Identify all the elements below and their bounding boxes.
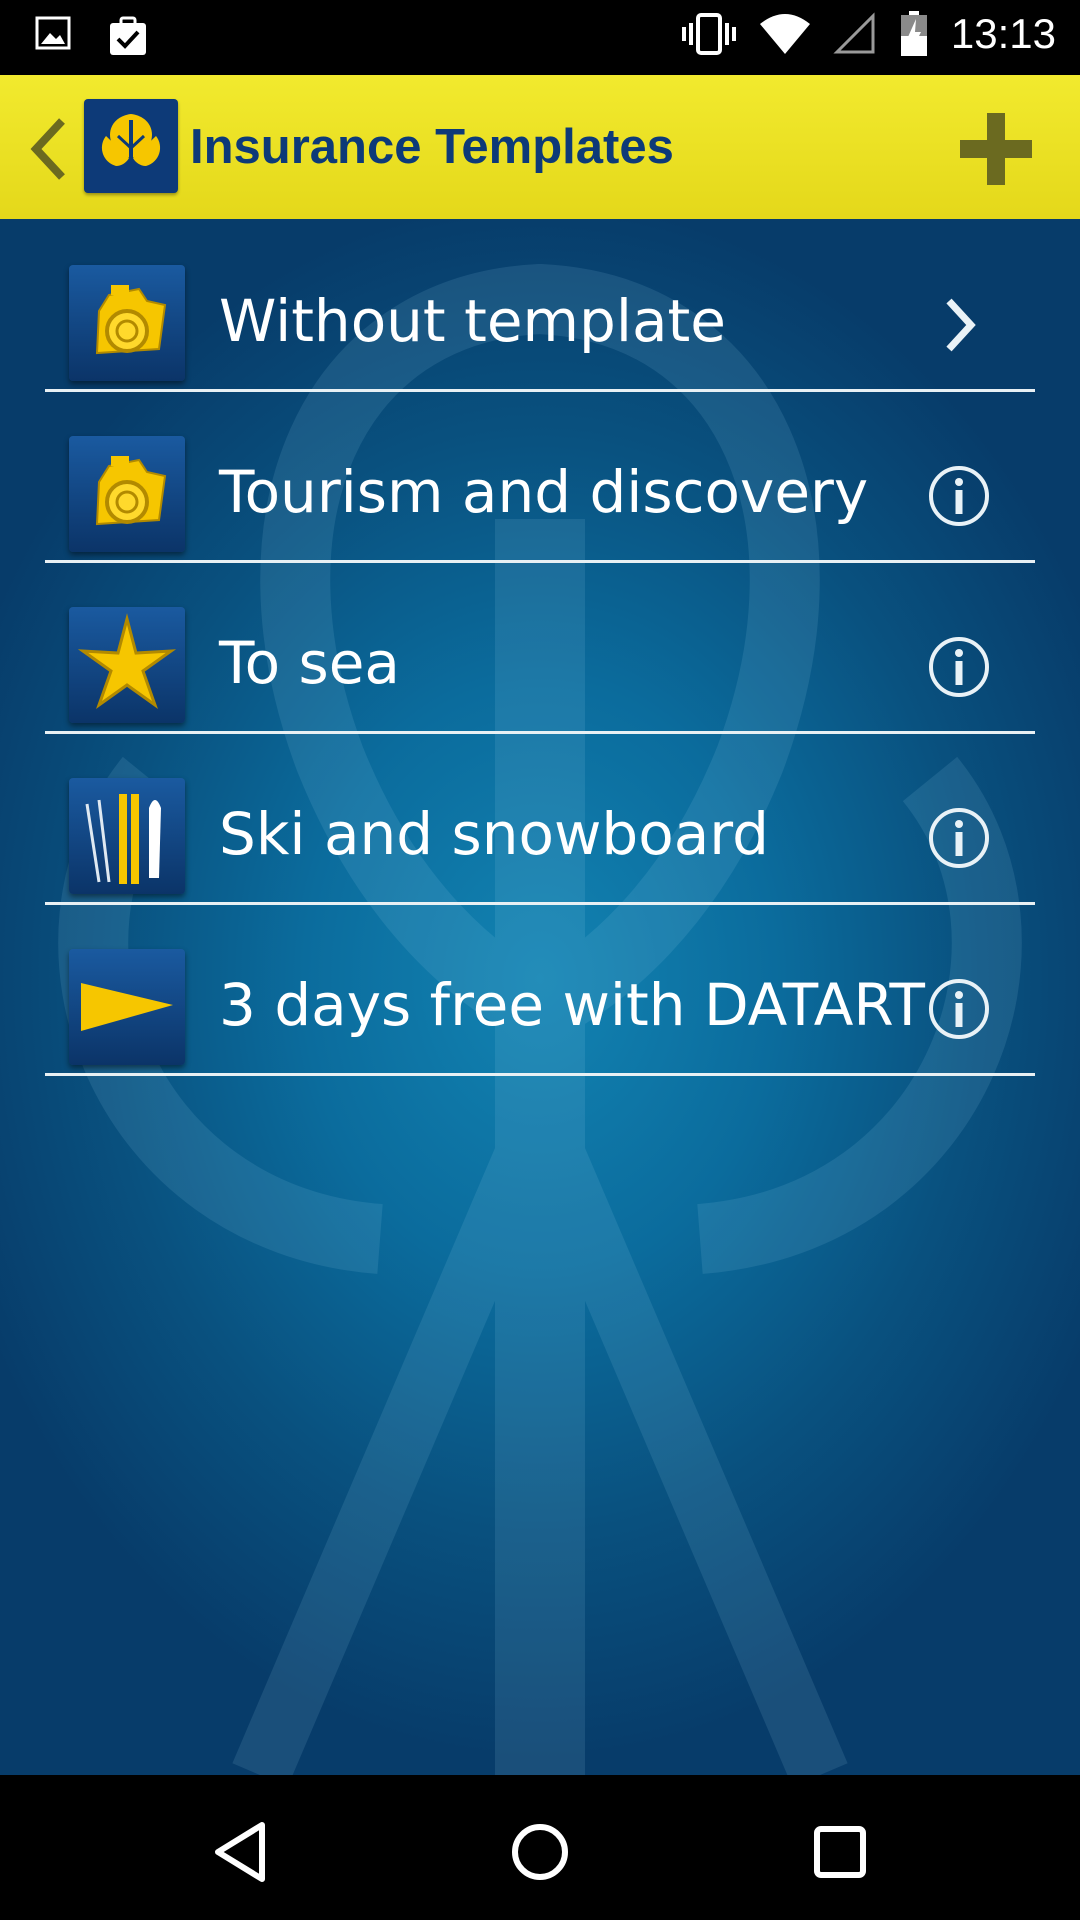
battery-charging-icon xyxy=(900,11,927,56)
camera-icon xyxy=(69,265,185,381)
vibrate-icon xyxy=(681,13,736,55)
clock: 13:13 xyxy=(950,10,1056,57)
template-label: Without template xyxy=(219,287,726,355)
circle-home-icon[interactable] xyxy=(505,1817,575,1887)
template-label: Ski and snowboard xyxy=(219,800,769,868)
clipboard-check-icon xyxy=(110,16,146,55)
status-bar: 13:13 xyxy=(0,0,1080,75)
play-arrow-icon xyxy=(69,949,185,1065)
chevron-right-icon[interactable] xyxy=(927,293,991,357)
square-recents-icon[interactable] xyxy=(805,1817,875,1887)
template-row-tourism[interactable]: Tourism and discovery xyxy=(45,390,1035,563)
template-list-area: Without template Tourism and discovery T… xyxy=(0,219,1080,1775)
camera-icon xyxy=(69,436,185,552)
plus-icon[interactable] xyxy=(958,111,1034,187)
wifi-icon xyxy=(759,14,810,54)
info-icon[interactable] xyxy=(927,464,991,528)
template-row-datart[interactable]: 3 days free with DATART xyxy=(45,903,1035,1076)
template-label: 3 days free with DATART xyxy=(219,971,925,1039)
app-bar: Insurance Templates xyxy=(0,75,1080,219)
ski-icon xyxy=(69,778,185,894)
template-label: Tourism and discovery xyxy=(219,458,869,526)
template-row-to-sea[interactable]: To sea xyxy=(45,561,1035,734)
image-icon xyxy=(35,16,71,50)
signal-icon xyxy=(833,12,875,54)
template-row-ski[interactable]: Ski and snowboard xyxy=(45,732,1035,905)
template-row-without-template[interactable]: Without template xyxy=(45,219,1035,392)
navigation-bar xyxy=(0,1775,1080,1920)
page-title: Insurance Templates xyxy=(190,120,674,174)
template-label: To sea xyxy=(219,629,400,697)
info-icon[interactable] xyxy=(927,977,991,1041)
info-icon[interactable] xyxy=(927,806,991,870)
leaf-logo-icon[interactable] xyxy=(84,99,178,193)
chevron-left-icon[interactable] xyxy=(26,117,70,181)
info-icon[interactable] xyxy=(927,635,991,699)
starfish-icon xyxy=(69,607,185,723)
triangle-back-icon[interactable] xyxy=(206,1817,276,1887)
